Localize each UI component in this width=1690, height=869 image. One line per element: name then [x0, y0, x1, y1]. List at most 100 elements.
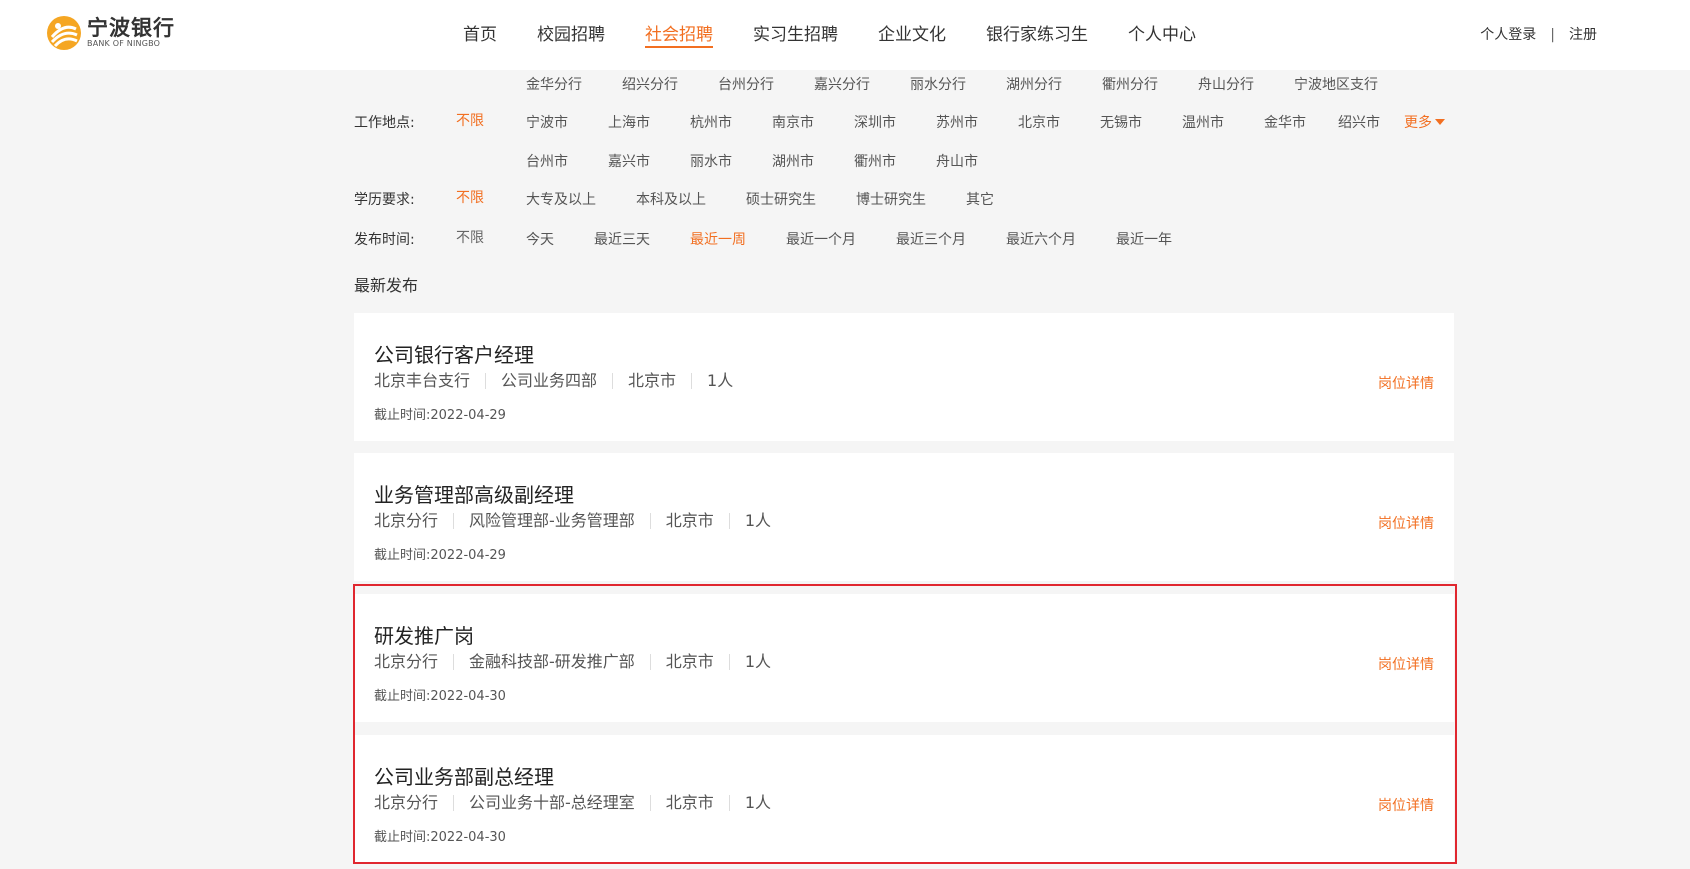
- filter-time-6months[interactable]: 最近六个月: [1006, 230, 1076, 250]
- filter-city-ningbo[interactable]: 宁波市: [526, 113, 568, 133]
- job-city: 北京市: [649, 795, 729, 811]
- filter-city-wuxi[interactable]: 无锡市: [1100, 113, 1142, 133]
- filter-branch-jinhua[interactable]: 金华分行: [526, 75, 582, 95]
- filter-time-1month[interactable]: 最近一个月: [786, 230, 856, 250]
- job-meta: 北京丰台支行 公司业务四部 北京市 1人: [374, 373, 748, 389]
- filter-city-jiaxing[interactable]: 嘉兴市: [608, 152, 650, 172]
- deadline-date: 2022-04-29: [430, 408, 506, 423]
- filter-branch-jiaxing[interactable]: 嘉兴分行: [814, 75, 870, 95]
- main-nav: 首页 校园招聘 社会招聘 实习生招聘 企业文化 银行家练习生 个人中心: [463, 0, 1236, 70]
- job-branch: 北京分行: [374, 652, 439, 671]
- branch-filter-row: 金华分行 绍兴分行 台州分行 嘉兴分行 丽水分行 湖州分行 衢州分行 舟山分行 …: [354, 75, 1454, 95]
- job-headcount: 1人: [728, 795, 786, 811]
- job-title[interactable]: 研发推广岗: [374, 620, 474, 649]
- job-meta: 北京分行 金融科技部-研发推广部 北京市 1人: [374, 654, 786, 670]
- filter-city-beijing[interactable]: 北京市: [1018, 113, 1060, 133]
- job-card[interactable]: 公司业务部副总经理 北京分行 公司业务十部-总经理室 北京市 1人 截止时间:2…: [354, 735, 1454, 863]
- filter-branch-lishui[interactable]: 丽水分行: [910, 75, 966, 95]
- job-detail-link[interactable]: 岗位详情: [1378, 654, 1434, 674]
- filter-city-lishui[interactable]: 丽水市: [690, 152, 732, 172]
- filter-branch-zhoushan[interactable]: 舟山分行: [1198, 75, 1254, 95]
- education-filter-row: 学历要求: 不限 大专及以上 本科及以上 硕士研究生 博士研究生 其它: [354, 190, 1454, 210]
- filter-city-zhoushan[interactable]: 舟山市: [936, 152, 978, 172]
- filter-edu-bachelor[interactable]: 本科及以上: [636, 190, 706, 210]
- nav-banker-trainee[interactable]: 银行家练习生: [986, 0, 1088, 70]
- user-links-separator: |: [1550, 27, 1555, 43]
- deadline-label: 截止时间:: [374, 548, 431, 563]
- section-title: 最新发布: [354, 276, 419, 295]
- filter-city-quzhou[interactable]: 衢州市: [854, 152, 896, 172]
- job-department: 金融科技部-研发推广部: [453, 654, 650, 670]
- job-card[interactable]: 业务管理部高级副经理 北京分行 风险管理部-业务管理部 北京市 1人 截止时间:…: [354, 453, 1454, 581]
- filter-branch-taizhou[interactable]: 台州分行: [718, 75, 774, 95]
- filter-branch-quzhou[interactable]: 衢州分行: [1102, 75, 1158, 95]
- login-link[interactable]: 个人登录: [1480, 0, 1536, 70]
- job-card[interactable]: 研发推广岗 北京分行 金融科技部-研发推广部 北京市 1人 截止时间:2022-…: [354, 594, 1454, 722]
- filter-city-suzhou[interactable]: 苏州市: [936, 113, 978, 133]
- nav-corporate-culture[interactable]: 企业文化: [878, 0, 946, 70]
- filter-city-nanjing[interactable]: 南京市: [772, 113, 814, 133]
- filter-branch-ningbo-region[interactable]: 宁波地区支行: [1294, 75, 1378, 95]
- filter-edu-phd[interactable]: 博士研究生: [856, 190, 926, 210]
- filter-edu-master[interactable]: 硕士研究生: [746, 190, 816, 210]
- filter-city-shaoxing[interactable]: 绍兴市: [1338, 113, 1380, 133]
- register-link[interactable]: 注册: [1569, 0, 1597, 70]
- job-city: 北京市: [612, 373, 691, 389]
- deadline-date: 2022-04-30: [430, 689, 506, 704]
- bank-name-en: BANK OF NINGBO: [87, 39, 161, 48]
- job-detail-link[interactable]: 岗位详情: [1378, 795, 1434, 815]
- job-title[interactable]: 业务管理部高级副经理: [374, 479, 574, 508]
- job-branch: 北京分行: [374, 793, 439, 812]
- job-meta: 北京分行 公司业务十部-总经理室 北京市 1人: [374, 795, 786, 811]
- nav-personal-center[interactable]: 个人中心: [1128, 0, 1196, 70]
- filter-city-hangzhou[interactable]: 杭州市: [690, 113, 732, 133]
- location-filter-row-2: 台州市 嘉兴市 丽水市 湖州市 衢州市 舟山市: [354, 152, 1454, 172]
- location-filter-label: 工作地点:: [354, 115, 415, 131]
- caret-down-icon: [1435, 119, 1445, 125]
- filter-location-all[interactable]: 不限: [456, 111, 484, 131]
- filter-time-all[interactable]: 不限: [456, 228, 484, 248]
- job-deadline: 截止时间:2022-04-30: [374, 685, 506, 704]
- deadline-label: 截止时间:: [374, 689, 431, 704]
- job-title[interactable]: 公司银行客户经理: [374, 339, 534, 368]
- deadline-label: 截止时间:: [374, 408, 431, 423]
- job-headcount: 1人: [728, 513, 786, 529]
- filter-city-shenzhen[interactable]: 深圳市: [854, 113, 896, 133]
- filter-time-today[interactable]: 今天: [526, 230, 554, 250]
- job-meta: 北京分行 风险管理部-业务管理部 北京市 1人: [374, 513, 786, 529]
- nav-campus-recruitment[interactable]: 校园招聘: [537, 0, 605, 70]
- job-card[interactable]: 公司银行客户经理 北京丰台支行 公司业务四部 北京市 1人 截止时间:2022-…: [354, 313, 1454, 441]
- nav-social-recruitment[interactable]: 社会招聘: [645, 0, 713, 70]
- education-filter-label: 学历要求:: [354, 192, 415, 208]
- job-detail-link[interactable]: 岗位详情: [1378, 513, 1434, 533]
- filter-time-3months[interactable]: 最近三个月: [896, 230, 966, 250]
- location-filter-row: 工作地点: 不限 宁波市 上海市 杭州市 南京市 深圳市 苏州市 北京市 无锡市…: [354, 113, 1454, 133]
- more-cities-toggle[interactable]: 更多: [1404, 113, 1445, 133]
- filter-time-1year[interactable]: 最近一年: [1116, 230, 1172, 250]
- filter-time-3days[interactable]: 最近三天: [594, 230, 650, 250]
- bank-logo-icon: [46, 15, 82, 51]
- filter-city-wenzhou[interactable]: 温州市: [1182, 113, 1224, 133]
- filter-city-shanghai[interactable]: 上海市: [608, 113, 650, 133]
- filter-branch-huzhou[interactable]: 湖州分行: [1006, 75, 1062, 95]
- bank-logo[interactable]: 宁波银行 BANK OF NINGBO: [46, 15, 175, 51]
- job-deadline: 截止时间:2022-04-30: [374, 826, 506, 845]
- filter-branch-shaoxing[interactable]: 绍兴分行: [622, 75, 678, 95]
- job-detail-link[interactable]: 岗位详情: [1378, 373, 1434, 393]
- filter-edu-other[interactable]: 其它: [966, 190, 994, 210]
- job-deadline: 截止时间:2022-04-29: [374, 404, 506, 423]
- job-city: 北京市: [649, 654, 729, 670]
- job-city: 北京市: [649, 513, 729, 529]
- filter-education-all[interactable]: 不限: [456, 188, 484, 208]
- job-title[interactable]: 公司业务部副总经理: [374, 761, 554, 790]
- more-cities-label: 更多: [1404, 115, 1432, 131]
- filter-edu-college[interactable]: 大专及以上: [526, 190, 596, 210]
- filter-city-huzhou[interactable]: 湖州市: [772, 152, 814, 172]
- nav-home[interactable]: 首页: [463, 0, 497, 70]
- job-headcount: 1人: [728, 654, 786, 670]
- deadline-label: 截止时间:: [374, 830, 431, 845]
- filter-city-taizhou[interactable]: 台州市: [526, 152, 568, 172]
- filter-time-1week[interactable]: 最近一周: [690, 230, 746, 250]
- nav-intern-recruitment[interactable]: 实习生招聘: [753, 0, 838, 70]
- filter-city-jinhua[interactable]: 金华市: [1264, 113, 1306, 133]
